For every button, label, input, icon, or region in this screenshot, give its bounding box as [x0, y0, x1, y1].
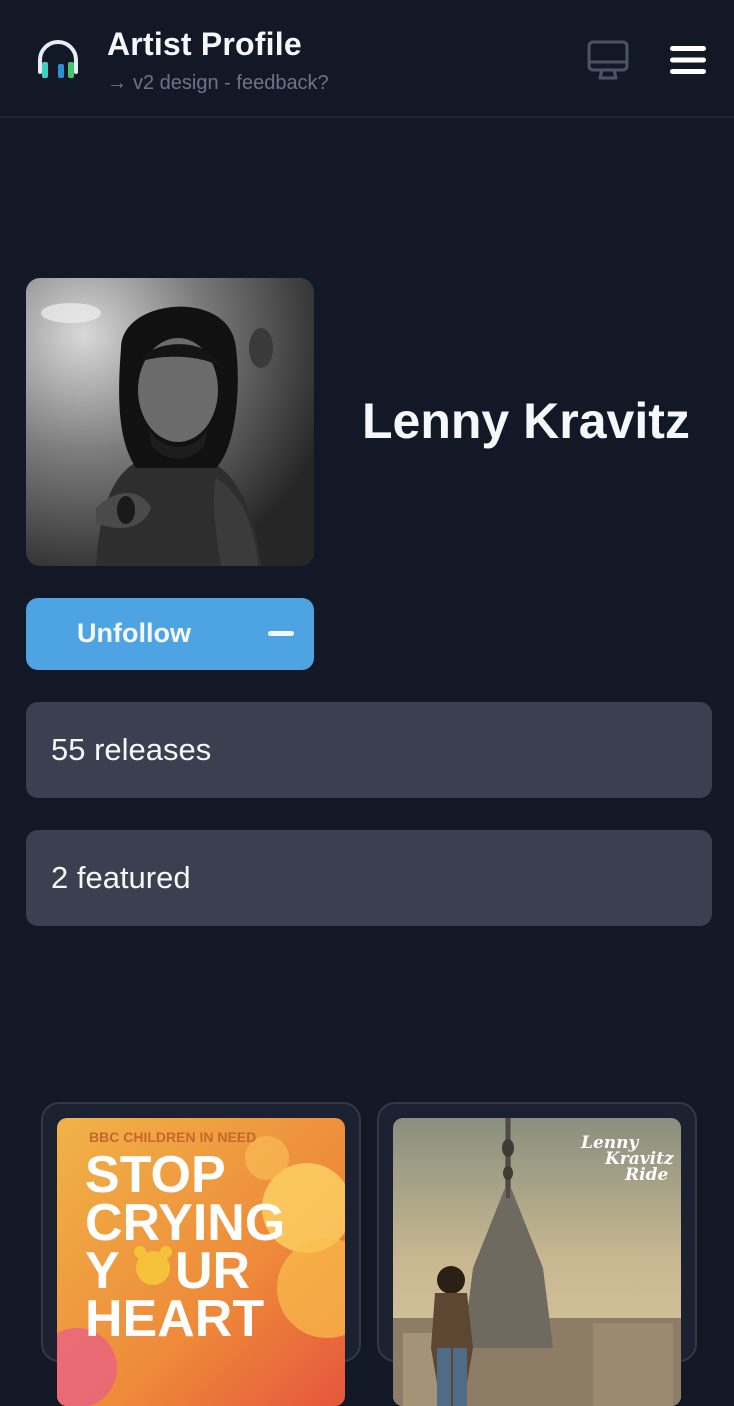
unfollow-button-label: Unfollow [77, 618, 191, 648]
featured-count-label: 2 featured [51, 860, 191, 895]
cover-line-6: HEART [85, 1290, 264, 1348]
releases-count-row[interactable]: 55 releases [26, 702, 712, 798]
artist-photo-image [26, 278, 314, 566]
hamburger-menu-icon[interactable] [668, 42, 708, 78]
minus-icon [268, 631, 294, 636]
monitor-icon[interactable] [586, 38, 630, 82]
release-cover: Lenny Kravitz Ride [393, 1118, 681, 1406]
release-cover: BBC CHILDREN IN NEED STOP CRYING Y UR HE… [57, 1118, 345, 1406]
page-title: Artist Profile [107, 26, 302, 62]
release-card[interactable]: BBC CHILDREN IN NEED STOP CRYING Y UR HE… [41, 1102, 361, 1406]
headphones-icon[interactable] [36, 38, 80, 82]
releases-count-label: 55 releases [51, 732, 212, 767]
feedback-link-label: v2 design - feedback? [133, 72, 329, 94]
unfollow-button[interactable]: Unfollow [26, 598, 314, 670]
cover-title-3: Ride [624, 1165, 668, 1185]
release-cover-art: Lenny Kravitz Ride [393, 1118, 681, 1406]
cover-line-1: BBC CHILDREN IN NEED [89, 1129, 256, 1145]
arrow-right-icon: → [107, 72, 127, 94]
app-header: Artist Profile → v2 design - feedback? [0, 0, 734, 118]
release-card[interactable]: Lenny Kravitz Ride [377, 1102, 697, 1406]
feedback-link[interactable]: → v2 design - feedback? [107, 72, 329, 95]
featured-count-row[interactable]: 2 featured [26, 830, 712, 926]
artist-name: Lenny Kravitz [362, 393, 690, 449]
release-cover-art: BBC CHILDREN IN NEED STOP CRYING Y UR HE… [57, 1118, 345, 1406]
artist-photo [26, 278, 314, 566]
